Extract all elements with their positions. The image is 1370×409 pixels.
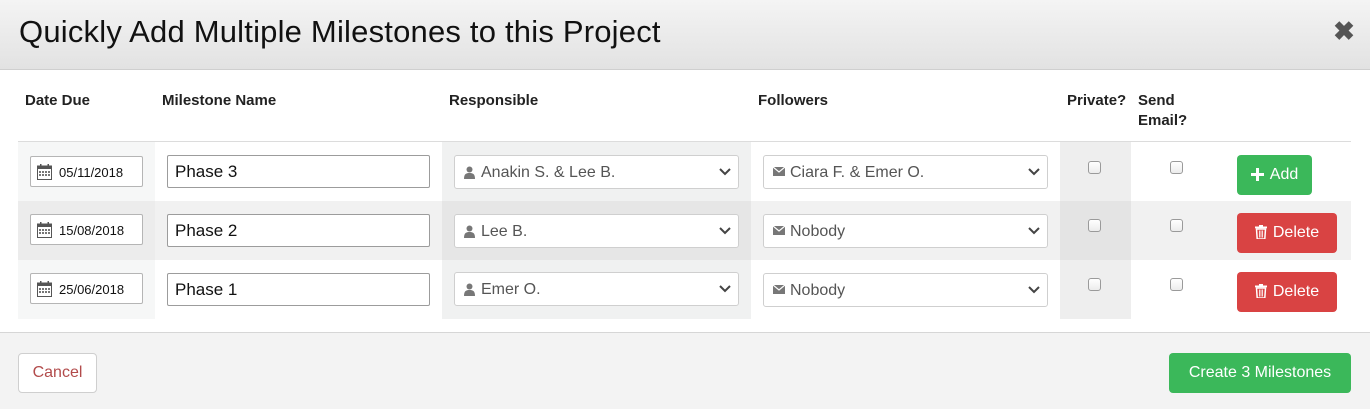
- table-row: 25/06/2018 Phase 1 Emer O. Nobody Delete: [18, 260, 1351, 319]
- chevron-down-icon: [1028, 168, 1040, 176]
- column-header-followers: Followers: [758, 92, 829, 109]
- user-icon: [464, 225, 475, 238]
- table-row: 15/08/2018 Phase 2 Lee B. Nobody Delete: [18, 201, 1351, 260]
- send-email-checkbox[interactable]: [1170, 161, 1183, 174]
- milestone-name-input[interactable]: Phase 2: [167, 214, 430, 247]
- modal-title: Quickly Add Multiple Milestones to this …: [19, 14, 661, 49]
- followers-value: Ciara F. & Emer O.: [790, 164, 925, 181]
- date-picker[interactable]: 05/11/2018: [30, 156, 143, 187]
- followers-select[interactable]: Nobody: [763, 273, 1048, 307]
- responsible-select[interactable]: Anakin S. & Lee B.: [454, 155, 739, 189]
- responsible-select[interactable]: Emer O.: [454, 272, 739, 306]
- chevron-down-icon: [719, 285, 731, 293]
- column-header-send-email-line1: Send: [1138, 92, 1175, 109]
- column-header-date-due: Date Due: [25, 92, 91, 109]
- user-icon: [464, 283, 475, 296]
- private-checkbox[interactable]: [1088, 219, 1101, 232]
- modal-footer: Cancel Create 3 Milestones: [0, 332, 1370, 409]
- trash-icon: [1254, 284, 1267, 298]
- calendar-icon: [37, 164, 52, 180]
- followers-value: Nobody: [790, 223, 846, 240]
- close-icon[interactable]: ✖: [1330, 16, 1358, 46]
- date-picker[interactable]: 15/08/2018: [30, 214, 143, 245]
- responsible-value: Anakin S. & Lee B.: [481, 164, 616, 181]
- responsible-select[interactable]: Lee B.: [454, 214, 739, 248]
- date-value: 15/08/2018: [59, 223, 125, 238]
- column-header-responsible: Responsible: [449, 92, 539, 109]
- send-email-checkbox[interactable]: [1170, 219, 1183, 232]
- date-value: 25/06/2018: [59, 282, 125, 297]
- chevron-down-icon: [719, 168, 731, 176]
- date-value: 05/11/2018: [59, 165, 124, 180]
- add-milestone-button[interactable]: Add: [1237, 155, 1312, 195]
- milestone-name-input[interactable]: Phase 3: [167, 155, 430, 188]
- chevron-down-icon: [1028, 286, 1040, 294]
- private-checkbox[interactable]: [1088, 278, 1101, 291]
- followers-select[interactable]: Ciara F. & Emer O.: [763, 155, 1048, 189]
- envelope-icon: [773, 226, 785, 235]
- plus-icon: [1250, 168, 1264, 181]
- delete-milestone-button[interactable]: Delete: [1237, 213, 1337, 253]
- user-icon: [464, 166, 475, 179]
- calendar-icon: [37, 222, 52, 238]
- trash-icon: [1254, 225, 1267, 239]
- responsible-value: Lee B.: [481, 223, 528, 240]
- envelope-icon: [773, 167, 785, 176]
- delete-label: Delete: [1272, 224, 1320, 241]
- column-header-milestone-name: Milestone Name: [162, 92, 277, 109]
- chevron-down-icon: [719, 227, 731, 235]
- send-email-checkbox[interactable]: [1170, 278, 1183, 291]
- date-picker[interactable]: 25/06/2018: [30, 273, 143, 304]
- responsible-value: Emer O.: [481, 281, 541, 298]
- envelope-icon: [773, 285, 785, 294]
- column-header-send-email: Send Email?: [1138, 91, 1187, 131]
- table-row: 05/11/2018 Phase 3 Anakin S. & Lee B. Ci…: [18, 142, 1351, 201]
- cancel-button[interactable]: Cancel: [18, 353, 97, 393]
- delete-milestone-button[interactable]: Delete: [1237, 272, 1337, 312]
- delete-label: Delete: [1272, 283, 1320, 300]
- followers-select[interactable]: Nobody: [763, 214, 1048, 248]
- create-milestones-button[interactable]: Create 3 Milestones: [1169, 353, 1351, 393]
- followers-value: Nobody: [790, 282, 846, 299]
- milestone-name-input[interactable]: Phase 1: [167, 273, 430, 306]
- private-checkbox[interactable]: [1088, 161, 1101, 174]
- column-header-private: Private?: [1067, 92, 1127, 109]
- add-label: Add: [1269, 166, 1299, 183]
- calendar-icon: [37, 281, 52, 297]
- modal-header: Quickly Add Multiple Milestones to this …: [0, 0, 1370, 70]
- column-header-send-email-line2: Email?: [1138, 112, 1188, 129]
- chevron-down-icon: [1028, 227, 1040, 235]
